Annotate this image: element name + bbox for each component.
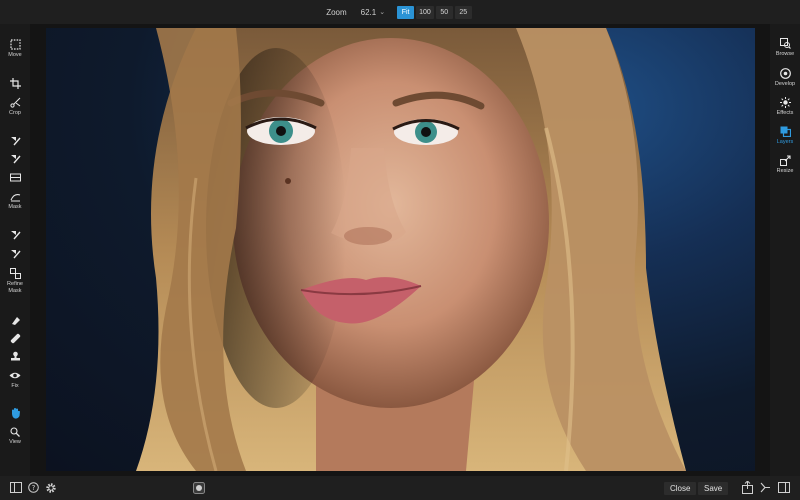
left-toolbar: Move Crop Mask Refine Mask Fix View — [0, 24, 30, 476]
crop-tool-label: Crop — [9, 110, 21, 116]
aperture-icon — [779, 68, 791, 79]
share-icon[interactable] — [742, 481, 753, 494]
layers-icon — [780, 126, 791, 137]
resize-icon — [779, 155, 791, 166]
zoom-tool[interactable]: View — [0, 427, 30, 446]
gradient-icon — [9, 173, 21, 182]
brush-minus-icon — [10, 155, 21, 164]
layers-label: Layers — [776, 139, 794, 145]
browse-icon — [779, 38, 791, 49]
crop-icon — [9, 78, 21, 89]
refine-mask-tool[interactable]: Refine Mask — [0, 268, 30, 294]
heal-tool[interactable] — [0, 333, 30, 344]
fix-tool-label: Fix — [11, 383, 19, 389]
mask-gradient-tool[interactable] — [0, 172, 30, 183]
help-icon[interactable]: ? — [28, 482, 39, 493]
browse-module[interactable]: Browse — [770, 38, 800, 57]
save-button[interactable]: Save — [698, 482, 729, 495]
branch-icon[interactable] — [760, 482, 771, 493]
resize-module[interactable]: Resize — [770, 155, 800, 174]
stamp-icon — [10, 351, 20, 361]
chisel-icon — [10, 194, 20, 202]
sidebar-toggle-icon[interactable] — [10, 482, 22, 493]
zoom-50-button[interactable]: 50 — [435, 5, 453, 19]
svg-text:?: ? — [32, 484, 36, 492]
move-tool[interactable]: Move — [0, 39, 30, 59]
red-eye-tool[interactable]: Fix — [0, 370, 30, 390]
retouch-tool[interactable] — [0, 315, 30, 326]
develop-module[interactable]: Develop — [770, 68, 800, 87]
panel-toggle-icon[interactable] — [778, 482, 790, 493]
move-tool-label: Move — [8, 52, 22, 58]
resize-label: Resize — [776, 168, 794, 174]
bandage-icon — [10, 333, 20, 344]
straighten-tool[interactable]: Crop — [0, 97, 30, 117]
effects-label: Effects — [776, 110, 794, 116]
portrait-illustration — [136, 28, 686, 471]
chevron-down-icon[interactable]: ⌄ — [379, 8, 385, 16]
brush-plus-icon — [10, 250, 21, 259]
sparkle-icon — [779, 97, 791, 108]
zoom-fit-button[interactable]: Fit — [397, 5, 415, 19]
clone-stamp-tool[interactable] — [0, 351, 30, 362]
move-icon — [9, 39, 21, 50]
effects-module[interactable]: Effects — [770, 97, 800, 116]
mask-erase-tool[interactable] — [0, 154, 30, 165]
mask-chisel-tool[interactable]: Mask — [0, 191, 30, 211]
scissors-icon — [9, 97, 20, 108]
zoom-100-button[interactable]: 100 — [416, 5, 434, 19]
zoom-label: Zoom — [326, 7, 347, 17]
portrait-photo — [46, 28, 755, 471]
refine-mask-icon — [9, 268, 21, 279]
crop-tool[interactable] — [0, 78, 30, 89]
develop-label: Develop — [774, 81, 796, 87]
refine-brush-plus-tool[interactable] — [0, 249, 30, 260]
image-canvas[interactable] — [30, 24, 770, 476]
browse-label: Browse — [775, 51, 795, 57]
zoom-25-button[interactable]: 25 — [454, 5, 472, 19]
eraser-icon — [11, 317, 20, 325]
compare-toggle-icon[interactable] — [193, 482, 205, 494]
refine-mask-label-line2: Mask — [8, 287, 22, 294]
hand-tool[interactable] — [0, 407, 30, 419]
close-button[interactable]: Close — [664, 482, 697, 495]
brush-icon — [10, 137, 21, 146]
view-tool-label: View — [9, 439, 21, 445]
gear-icon[interactable] — [45, 482, 57, 494]
zoom-value-dropdown[interactable]: 62.1 — [361, 8, 377, 17]
magnifier-icon — [10, 427, 20, 437]
layers-module[interactable]: Layers — [770, 126, 800, 145]
mask-tool-label: Mask — [8, 204, 22, 210]
right-panel: Browse Develop Effects Layers Resize — [770, 24, 800, 476]
brush-icon — [10, 231, 21, 240]
bottom-bar: ? Close Save — [0, 476, 800, 500]
hand-icon — [11, 408, 20, 419]
mask-brush-tool[interactable] — [0, 136, 30, 147]
refine-brush-tool[interactable] — [0, 230, 30, 241]
zoom-bar: Zoom 62.1 ⌄ Fit 100 50 25 — [0, 0, 800, 24]
eye-icon — [9, 372, 21, 379]
